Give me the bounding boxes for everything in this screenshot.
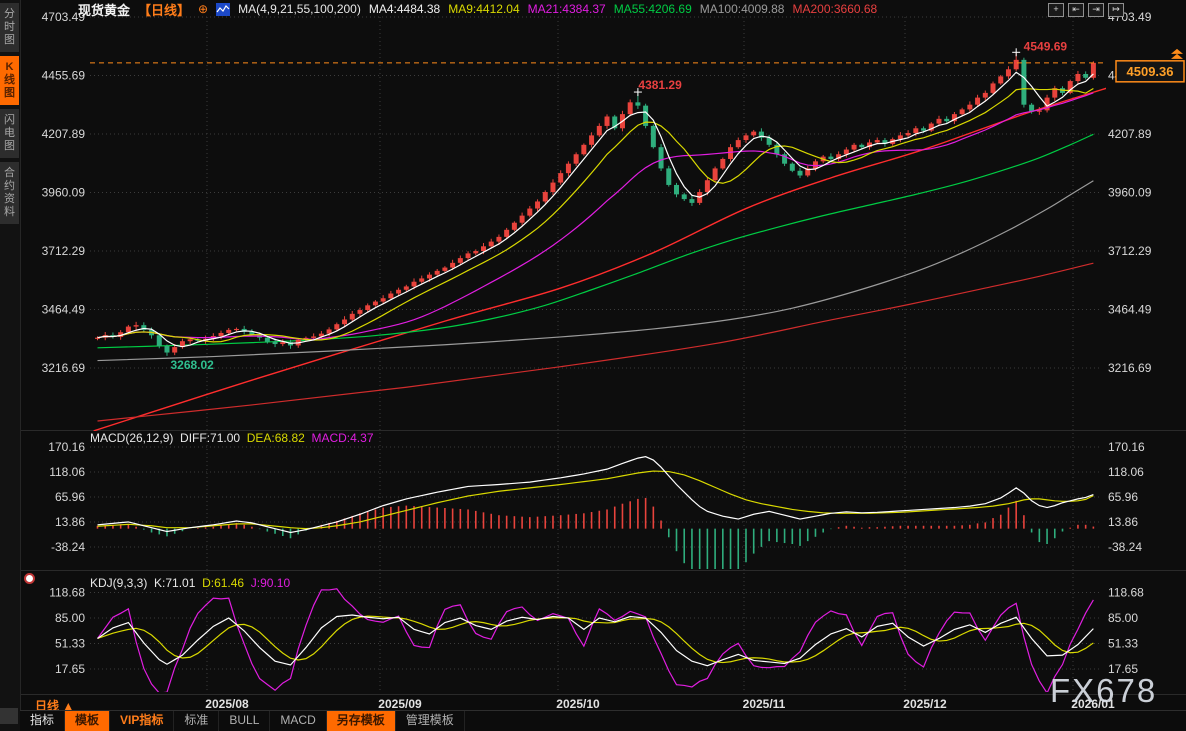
axis-label: 118.06	[49, 465, 85, 479]
month-label-4: 2025/12	[903, 697, 947, 711]
dock-right-icon[interactable]: ⇥	[1088, 3, 1104, 17]
kdj-d-value: D:61.46	[202, 576, 245, 590]
ma-value-4: MA100:4009.88	[699, 2, 785, 16]
ma-value-5: MA200:3660.68	[792, 2, 878, 16]
axis-label: 3464.49	[1108, 302, 1152, 316]
expand-circle-icon[interactable]: ⊕	[198, 3, 208, 15]
axis-label: 3960.09	[1108, 185, 1152, 199]
ma-value-2: MA21:4384.37	[527, 2, 606, 16]
axis-label: 65.96	[55, 490, 85, 504]
fx678-watermark: FX678	[1050, 672, 1158, 709]
toolbar-tab-7[interactable]: 管理模板	[396, 711, 465, 731]
sidebar-tab-1[interactable]: K线图	[0, 56, 19, 105]
toolbar-tab-0[interactable]: 指标	[20, 711, 66, 731]
high-price-label: 4549.69	[1024, 39, 1068, 53]
kdj-k-value: K:71.01	[154, 576, 196, 590]
axis-label: 170.16	[48, 440, 85, 454]
kdj-title: KDJ(9,3,3)	[90, 576, 148, 590]
month-label-3: 2025/11	[742, 697, 786, 711]
toolbar-tab-1[interactable]: 模板	[65, 711, 111, 731]
axis-label: 4207.89	[42, 127, 86, 141]
axis-label: 17.65	[55, 662, 85, 676]
axis-label: 118.06	[1108, 465, 1144, 479]
last-price-value: 4509.36	[1127, 64, 1174, 79]
axis-label: 51.33	[55, 637, 85, 651]
move-icon[interactable]: +	[1048, 3, 1064, 17]
axis-label: 3712.29	[1108, 244, 1152, 258]
kdj-settings-icon[interactable]	[24, 573, 35, 584]
axis-label: 118.68	[49, 586, 85, 600]
month-label-2: 2025/10	[556, 697, 600, 711]
ma-value-1: MA9:4412.04	[448, 2, 520, 16]
axis-label: 85.00	[1108, 611, 1138, 625]
toolbar-tab-6[interactable]: 另存模板	[326, 711, 396, 731]
axis-label: 3216.69	[1108, 361, 1152, 375]
ma100-line	[97, 180, 1094, 362]
ma-values-row: MA4:4484.38 MA9:4412.04 MA21:4384.37 MA55:4…	[369, 2, 877, 16]
toolbar-tab-4[interactable]: BULL	[219, 711, 271, 731]
exit-icon[interactable]: ↦	[1108, 3, 1124, 17]
toolbar-corner-block	[0, 708, 18, 724]
axis-label: 3712.29	[42, 244, 86, 258]
ma-settings-label: MA(4,9,21,55,100,200)	[238, 2, 361, 16]
sidebar-tab-2[interactable]: 闪电图	[0, 109, 19, 158]
peak-price-label: 4381.29	[638, 78, 682, 92]
toolbar-tab-5[interactable]: MACD	[270, 711, 327, 731]
kdj-panel-title: KDJ(9,3,3) K:71.01 D:61.46 J:90.10	[90, 576, 290, 590]
axis-label: 3464.49	[42, 302, 86, 316]
ma-value-3: MA55:4206.69	[613, 2, 692, 16]
axis-label: 3216.69	[42, 361, 86, 375]
bottom-toolbar: 指标 模板 VIP指标 标准 BULL MACD 另存模板 管理模板	[20, 710, 1186, 731]
axis-label: 65.96	[1108, 490, 1138, 504]
axis-label: 51.33	[1108, 637, 1138, 651]
axis-label: -38.24	[51, 540, 85, 554]
month-label-0: 2025/08	[205, 697, 249, 711]
candlestick-layer	[95, 53, 1096, 356]
axis-label: 13.86	[1108, 515, 1138, 529]
axis-label: 118.68	[1108, 586, 1144, 600]
chart-header: 现货黄金 【日线】 ⊕ MA(4,9,21,55,100,200) MA4:44…	[78, 1, 877, 18]
window-icon-group: + ⇤ ⇥ ↦	[1048, 3, 1124, 17]
axis-label: 4455.69	[42, 68, 86, 82]
sidebar-tab-0[interactable]: 分时图	[0, 3, 19, 52]
period-tag: 【日线】	[138, 2, 191, 18]
ma55-line	[97, 133, 1094, 349]
axis-label: 85.00	[55, 611, 85, 625]
macd-title: MACD(26,12,9)	[90, 431, 174, 445]
macd-hist-value: MACD:4.37	[311, 431, 374, 445]
macd-diff-value: DIFF:71.00	[180, 431, 241, 445]
axis-label: 170.16	[1108, 440, 1145, 454]
ma200-line	[97, 262, 1094, 422]
low-price-label: 3268.02	[170, 358, 214, 372]
axis-label: 13.86	[55, 515, 85, 529]
dock-left-icon[interactable]: ⇤	[1068, 3, 1084, 17]
macd-dea-value: DEA:68.82	[246, 431, 305, 445]
candlestick-mini-icon	[216, 2, 231, 16]
month-label-1: 2025/09	[378, 697, 422, 711]
chart-canvas[interactable]: 4703.494703.494455.694455.694207.894207.…	[0, 0, 1186, 731]
axis-label: -38.24	[1108, 540, 1142, 554]
instrument-name: 现货黄金	[78, 2, 131, 18]
axis-label: 4207.89	[1108, 127, 1152, 141]
toolbar-tab-2[interactable]: VIP指标	[110, 711, 175, 731]
ma-value-0: MA4:4484.38	[368, 2, 441, 16]
left-sidebar: 分时图 K线图闪电图合约资料	[0, 0, 21, 731]
axis-label: 3960.09	[42, 185, 86, 199]
kdj-j-value: J:90.10	[250, 576, 291, 590]
trading-app-window: 分时图 K线图闪电图合约资料 现货黄金 【日线】 ⊕ MA(4,9,21,55,1…	[0, 0, 1186, 731]
toolbar-tab-3[interactable]: 标准	[174, 711, 220, 731]
sidebar-tab-3[interactable]: 合约资料	[0, 162, 19, 224]
macd-panel-title: MACD(26,12,9) DIFF:71.00 DEA:68.82 MACD:…	[90, 431, 374, 445]
trend-line	[93, 87, 1106, 431]
